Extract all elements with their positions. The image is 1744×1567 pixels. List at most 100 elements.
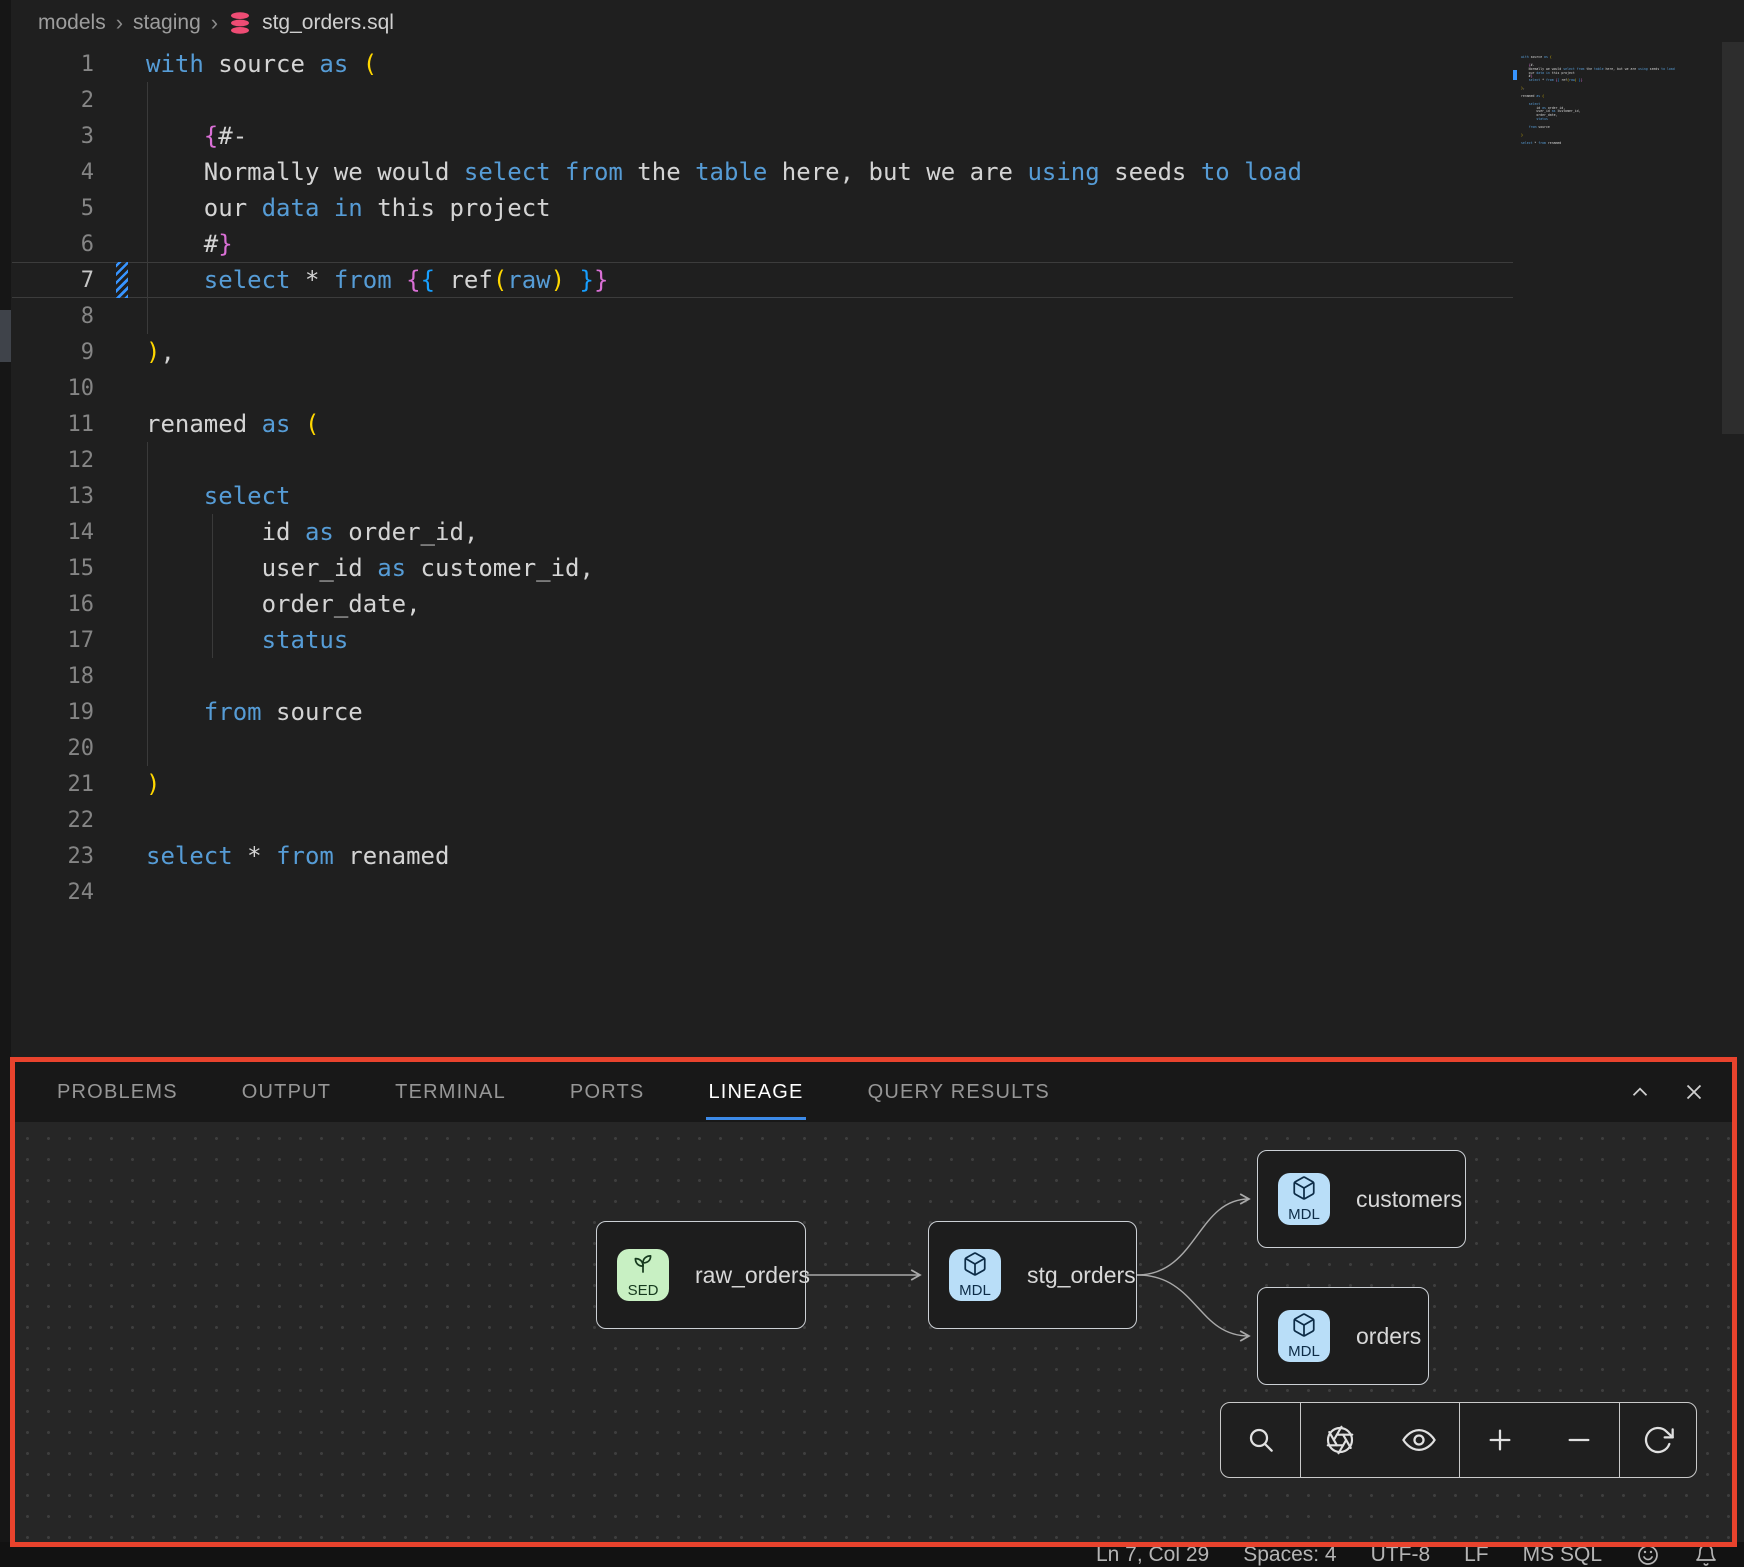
line-number: 22: [12, 808, 94, 833]
line-number: 16: [12, 592, 94, 617]
code-line[interactable]: 18: [12, 658, 1513, 694]
lineage-node-raw_orders[interactable]: SEDraw_orders: [596, 1221, 806, 1329]
chevron-right-icon: ›: [116, 10, 123, 36]
panel-tab-ports[interactable]: PORTS: [570, 1062, 645, 1122]
code-line[interactable]: 24: [12, 874, 1513, 910]
status-item-ln-7-col-29[interactable]: Ln 7, Col 29: [1096, 1543, 1209, 1567]
line-number: 4: [12, 160, 94, 185]
search-icon: [1251, 1430, 1272, 1451]
lineage-node-stg_orders[interactable]: MDLstg_orders: [928, 1221, 1137, 1329]
zoom-out-button[interactable]: [1563, 1424, 1595, 1456]
visibility-button[interactable]: [1402, 1423, 1436, 1457]
notifications-button[interactable]: [1694, 1543, 1718, 1567]
node-badge-model: MDL: [949, 1249, 1001, 1301]
zoom-in-button[interactable]: [1484, 1424, 1516, 1456]
panel-tab-terminal[interactable]: TERMINAL: [395, 1062, 506, 1122]
aperture-button[interactable]: [1324, 1424, 1356, 1456]
search-button[interactable]: [1245, 1424, 1277, 1456]
panel-collapse-button[interactable]: [1627, 1079, 1653, 1105]
minimap-modified-marker: [1513, 70, 1517, 80]
code-line[interactable]: 23select * from renamed: [12, 838, 1513, 874]
close-icon: [1688, 1086, 1701, 1099]
code-line[interactable]: 20: [12, 730, 1513, 766]
code-line[interactable]: 2: [12, 82, 1513, 118]
line-number: 18: [12, 664, 94, 689]
breadcrumb-item-models[interactable]: models: [38, 11, 106, 35]
panel-tab-lineage[interactable]: LINEAGE: [708, 1062, 803, 1122]
code-line[interactable]: 6 #}: [12, 226, 1513, 262]
panel-close-button[interactable]: [1681, 1079, 1707, 1105]
status-bar: Ln 7, Col 29 Spaces: 4 UTF-8 LF MS SQL: [0, 1542, 1744, 1567]
line-number: 20: [12, 736, 94, 761]
gutter-decoration: [94, 658, 146, 694]
line-number: 11: [12, 412, 94, 437]
breadcrumb-file-name[interactable]: stg_orders.sql: [262, 11, 394, 35]
code-line[interactable]: 14 id as order_id,: [12, 514, 1513, 550]
code-text: id as order_id,: [146, 518, 478, 546]
code-line[interactable]: 15 user_id as customer_id,: [12, 550, 1513, 586]
code-text: select * from {{ ref(raw) }}: [146, 266, 608, 294]
lineage-canvas[interactable]: SEDraw_orders MDLstg_orders MDLcustomers MD…: [11, 1122, 1733, 1542]
code-text: from source: [146, 698, 363, 726]
code-text: renamed as (: [146, 410, 319, 438]
code-line[interactable]: 21): [12, 766, 1513, 802]
code-line[interactable]: 8: [12, 298, 1513, 334]
node-badge-label: SED: [628, 1282, 659, 1299]
code-line[interactable]: 16 order_date,: [12, 586, 1513, 622]
code-line[interactable]: 11 renamed as (: [12, 406, 1513, 442]
node-badge-seed: SED: [617, 1249, 669, 1301]
refresh-button[interactable]: [1642, 1424, 1674, 1456]
code-line[interactable]: 7 select * from {{ ref(raw) }}: [12, 262, 1513, 298]
database-icon: [228, 11, 252, 35]
code-editor[interactable]: 1with source as (23 {#-4 Normally we wou…: [12, 46, 1513, 910]
code-line[interactable]: 13 select: [12, 478, 1513, 514]
code-line[interactable]: 1with source as (: [12, 46, 1513, 82]
status-item-spaces-4[interactable]: Spaces: 4: [1243, 1543, 1336, 1567]
minimap[interactable]: with source as ( {#- Normally we would s…: [1521, 45, 1696, 138]
gutter-decoration: [94, 334, 146, 370]
panel-tab-problems[interactable]: PROBLEMS: [57, 1062, 178, 1122]
chevron-right-icon: ›: [211, 10, 218, 36]
code-line[interactable]: 17 status: [12, 622, 1513, 658]
code-text: #}: [146, 230, 233, 258]
minimap-line: from source: [1521, 125, 1550, 129]
code-line[interactable]: 5 our data in this project: [12, 190, 1513, 226]
gutter-decoration: [94, 442, 146, 478]
status-item-lf[interactable]: LF: [1464, 1543, 1489, 1567]
left-rail-scroll-handle[interactable]: [0, 310, 11, 362]
line-number: 14: [12, 520, 94, 545]
status-item-utf-8[interactable]: UTF-8: [1371, 1543, 1431, 1567]
code-line[interactable]: 12: [12, 442, 1513, 478]
line-number: 8: [12, 304, 94, 329]
feedback-smiley-icon: [1639, 1546, 1657, 1564]
code-line[interactable]: 22: [12, 802, 1513, 838]
code-line[interactable]: 9),: [12, 334, 1513, 370]
line-number: 17: [12, 628, 94, 653]
code-line[interactable]: 10: [12, 370, 1513, 406]
lineage-node-orders[interactable]: MDLorders: [1257, 1287, 1429, 1385]
line-number: 1: [12, 52, 94, 77]
line-number: 6: [12, 232, 94, 257]
line-number: 3: [12, 124, 94, 149]
panel-tab-output[interactable]: OUTPUT: [242, 1062, 331, 1122]
code-line[interactable]: 3 {#-: [12, 118, 1513, 154]
feedback-button[interactable]: [1636, 1543, 1660, 1567]
vertical-scrollbar[interactable]: [1722, 42, 1744, 434]
gutter-decoration: [94, 802, 146, 838]
lineage-toolbar: [1220, 1402, 1697, 1478]
refresh-icon: [1646, 1428, 1673, 1452]
line-number: 15: [12, 556, 94, 581]
code-line[interactable]: 19 from source: [12, 694, 1513, 730]
gutter-decoration: [94, 874, 146, 910]
line-number: 10: [12, 376, 94, 401]
breadcrumb-item-staging[interactable]: staging: [133, 11, 201, 35]
line-number: 12: [12, 448, 94, 473]
panel-tab-query-results[interactable]: QUERY RESULTS: [868, 1062, 1050, 1122]
indent-guide: [147, 82, 148, 334]
node-label: orders: [1356, 1323, 1421, 1350]
code-text: user_id as customer_id,: [146, 554, 594, 582]
gutter-decoration: [94, 46, 146, 82]
status-item-ms-sql[interactable]: MS SQL: [1523, 1543, 1602, 1567]
lineage-node-customers[interactable]: MDLcustomers: [1257, 1150, 1466, 1248]
code-line[interactable]: 4 Normally we would select from the tabl…: [12, 154, 1513, 190]
